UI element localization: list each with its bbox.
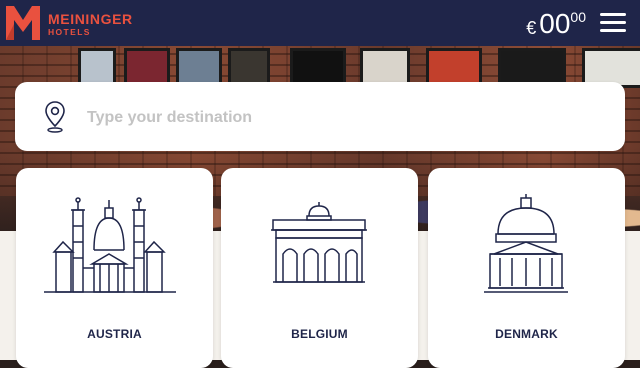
- price-integer: 00: [539, 8, 571, 39]
- country-label: AUSTRIA: [87, 327, 142, 341]
- hamburger-menu-icon[interactable]: [600, 13, 626, 33]
- country-label: DENMARK: [495, 327, 558, 341]
- currency-symbol: €: [526, 18, 537, 38]
- location-pin-icon: [45, 101, 65, 133]
- top-bar: MEININGER HOTELS € 00 00: [0, 0, 640, 46]
- austria-landmark-icon: [44, 197, 176, 293]
- belgium-landmark-icon: [271, 202, 367, 283]
- country-card-austria[interactable]: AUSTRIA: [16, 168, 213, 368]
- price-decimal: 00: [570, 9, 586, 25]
- search-input[interactable]: [85, 102, 589, 134]
- country-card-belgium[interactable]: BELGIUM: [221, 168, 418, 368]
- brand-name: MEININGER: [48, 11, 133, 27]
- brand-subtitle: HOTELS: [48, 27, 91, 37]
- cart-total[interactable]: € 00 00: [526, 6, 586, 40]
- country-card-denmark[interactable]: DENMARK: [428, 168, 625, 368]
- meininger-logo-icon[interactable]: [6, 4, 40, 42]
- destination-search[interactable]: [15, 82, 625, 151]
- denmark-landmark-icon: [484, 194, 568, 293]
- country-label: BELGIUM: [291, 327, 348, 341]
